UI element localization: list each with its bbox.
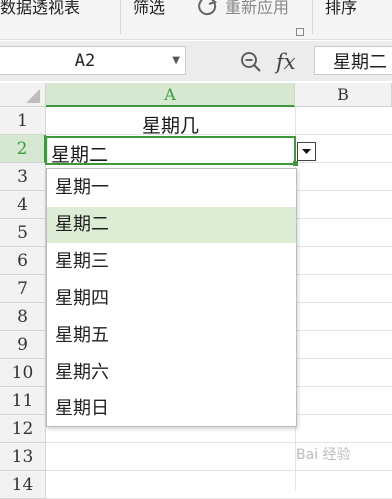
cell-a2-value: 星期二 <box>51 144 109 166</box>
sort-button[interactable]: 排序 <box>325 0 357 18</box>
row-header-5[interactable]: 5 <box>0 219 46 247</box>
cell-a1[interactable]: 星期几 <box>46 111 295 138</box>
row-header-7[interactable]: 7 <box>0 275 46 303</box>
dropdown-option-thu[interactable]: 星期四 <box>47 281 296 317</box>
zoom-out-icon[interactable] <box>239 50 263 78</box>
row-header-2[interactable]: 2 <box>0 135 46 163</box>
row-header-14[interactable]: 14 <box>0 471 46 499</box>
dropdown-arrow-button[interactable] <box>297 142 316 161</box>
row-header-6[interactable]: 6 <box>0 247 46 275</box>
formula-input[interactable]: 星期二 <box>314 46 392 75</box>
fx-icon[interactable]: fx <box>276 50 296 74</box>
column-header-b[interactable]: B <box>295 83 392 107</box>
grid-line <box>46 470 392 471</box>
dropdown-option-mon[interactable]: 星期一 <box>47 170 296 206</box>
chevron-down-icon[interactable]: ▼ <box>172 55 180 66</box>
chevron-down-icon <box>302 149 311 154</box>
row-header-12[interactable]: 12 <box>0 415 46 443</box>
select-all-corner[interactable] <box>0 83 46 107</box>
active-cell-a2[interactable]: 星期二 <box>45 136 296 166</box>
pivot-table-button[interactable]: 数据透视表 <box>0 0 80 18</box>
watermark: Bai 经验 <box>296 447 351 463</box>
formula-content: 星期二 <box>333 52 387 73</box>
ribbon-separator <box>120 0 121 34</box>
row-header-13[interactable]: 13 <box>0 443 46 471</box>
column-header-a[interactable]: A <box>46 83 295 107</box>
row-header-8[interactable]: 8 <box>0 303 46 331</box>
row-header-4[interactable]: 4 <box>0 191 46 219</box>
ribbon-separator <box>312 0 313 34</box>
name-box[interactable]: A2 ▼ <box>0 46 186 75</box>
dropdown-option-fri[interactable]: 星期五 <box>47 318 296 354</box>
reapply-icon <box>196 0 220 24</box>
reapply-button[interactable]: 重新应用 <box>225 0 289 18</box>
row-header-10[interactable]: 10 <box>0 359 46 387</box>
row-header-11[interactable]: 11 <box>0 387 46 415</box>
row-header-9[interactable]: 9 <box>0 331 46 359</box>
ribbon-toolbar: 数据透视表 筛选 重新应用 排序 <box>0 0 392 40</box>
dropdown-option-tue[interactable]: 星期二 <box>47 207 296 243</box>
row-header-1[interactable]: 1 <box>0 107 46 135</box>
dropdown-option-sun[interactable]: 星期日 <box>47 391 296 427</box>
row-header-3[interactable]: 3 <box>0 163 46 191</box>
dropdown-list[interactable]: 星期一 星期二 星期三 星期四 星期五 星期六 星期日 <box>46 168 297 427</box>
dialog-launcher-icon[interactable] <box>296 28 304 36</box>
filter-button[interactable]: 筛选 <box>133 0 165 18</box>
grid-line <box>46 442 392 443</box>
dropdown-option-wed[interactable]: 星期三 <box>47 244 296 280</box>
name-box-value: A2 <box>74 51 96 71</box>
dropdown-option-sat[interactable]: 星期六 <box>47 355 296 391</box>
